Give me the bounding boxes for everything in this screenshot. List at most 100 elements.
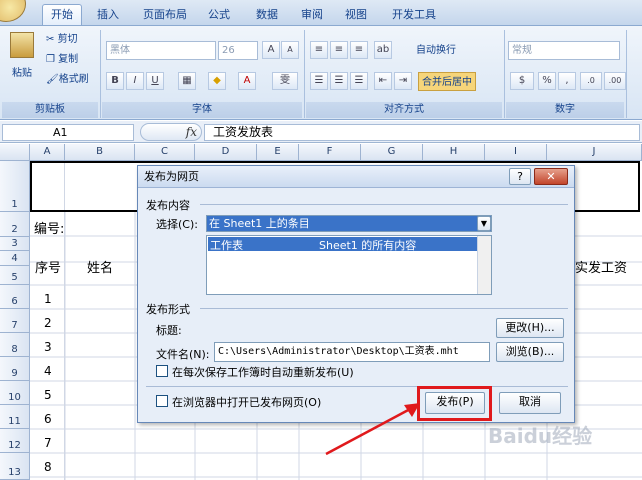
browse-button[interactable]: 浏览(B)...: [496, 342, 564, 362]
tab-insert[interactable]: 插入: [97, 5, 119, 26]
row-header-3[interactable]: 3: [0, 237, 30, 251]
scissors-icon: ✂: [46, 34, 58, 45]
column-header-j[interactable]: J: [547, 144, 642, 161]
row-header-1[interactable]: 1: [0, 161, 30, 212]
cut-button[interactable]: ✂ 剪切: [46, 30, 78, 49]
row-header-8[interactable]: 8: [0, 333, 30, 357]
open-in-browser-checkbox[interactable]: [156, 395, 168, 407]
copy-button[interactable]: ❐ 复制: [46, 50, 78, 69]
close-button[interactable]: ✕: [534, 168, 568, 185]
row-header-9[interactable]: 9: [0, 357, 30, 381]
wrap-text-button[interactable]: 自动换行: [416, 41, 456, 60]
font-size-field[interactable]: 26: [218, 41, 258, 60]
column-header-b[interactable]: B: [65, 144, 135, 161]
row-header-11[interactable]: 11: [0, 405, 30, 429]
merge-center-button[interactable]: 合并后居中: [418, 72, 476, 91]
list-scrollbar[interactable]: [477, 236, 491, 294]
shrink-font-icon[interactable]: A: [281, 41, 299, 59]
clipboard-group-label: 剪贴板: [2, 102, 98, 118]
tab-formulas[interactable]: 公式: [208, 5, 230, 26]
format-section-label: 发布形式: [146, 303, 190, 316]
column-header-f[interactable]: F: [299, 144, 361, 161]
comma-icon[interactable]: ,: [558, 72, 576, 90]
tab-view[interactable]: 视图: [345, 5, 367, 26]
chevron-down-icon[interactable]: ▼: [477, 216, 491, 231]
row-header-4[interactable]: 4: [0, 251, 30, 266]
help-button[interactable]: ?: [509, 168, 531, 185]
copy-label: 复制: [58, 54, 79, 65]
fill-color-icon[interactable]: ◆: [208, 72, 226, 90]
list-item-left: 工作表: [210, 239, 243, 252]
title-label: 标题:: [156, 324, 182, 337]
insert-function-button[interactable]: fx: [140, 123, 202, 141]
font-name-field[interactable]: 黑体: [106, 41, 216, 60]
row-header-5[interactable]: 5: [0, 266, 30, 285]
column-header-e[interactable]: E: [257, 144, 299, 161]
paste-button[interactable]: 粘贴: [12, 64, 32, 83]
copy-icon: ❐: [46, 54, 59, 65]
row-header-13[interactable]: 13: [0, 453, 30, 480]
row-header-2[interactable]: 2: [0, 212, 30, 237]
tab-data[interactable]: 数据: [256, 5, 278, 26]
seq-cell: 7: [44, 436, 52, 450]
orientation-icon[interactable]: ab: [374, 41, 392, 59]
change-title-button[interactable]: 更改(H)...: [496, 318, 564, 338]
column-header-d[interactable]: D: [195, 144, 257, 161]
tab-page-layout[interactable]: 页面布局: [143, 5, 187, 26]
format-painter-button[interactable]: 🖌格式刷: [46, 70, 89, 89]
filename-label: 文件名(N):: [156, 348, 210, 361]
publish-button[interactable]: 发布(P): [425, 392, 485, 414]
row-header-7[interactable]: 7: [0, 309, 30, 333]
column-header-h[interactable]: H: [423, 144, 485, 161]
column-header-a[interactable]: A: [30, 144, 65, 161]
font-color-icon[interactable]: A: [238, 72, 256, 90]
underline-button[interactable]: U: [146, 72, 164, 90]
align-bottom-icon[interactable]: ≡: [350, 41, 368, 59]
alignment-group-label: 对齐方式: [306, 102, 502, 118]
office-button[interactable]: [0, 0, 26, 22]
align-left-icon[interactable]: ☰: [310, 72, 328, 90]
cell-a2: 编号:: [34, 222, 65, 237]
align-middle-icon[interactable]: ≡: [330, 41, 348, 59]
decrease-decimal-icon[interactable]: .00: [604, 72, 626, 90]
tab-review[interactable]: 审阅: [301, 5, 323, 26]
increase-indent-icon[interactable]: ⇥: [394, 72, 412, 90]
publish-as-webpage-dialog: 发布为网页 ? ✕ 发布内容 选择(C): 在 Sheet1 上的条目 ▼ 工作…: [137, 165, 575, 423]
format-painter-label: 格式刷: [58, 74, 89, 85]
currency-icon[interactable]: $: [510, 72, 534, 90]
filename-input[interactable]: C:\Users\Administrator\Desktop\工资表.mht: [214, 342, 490, 362]
column-header-c[interactable]: C: [135, 144, 195, 161]
seq-cell: 5: [44, 388, 52, 402]
row-header-6[interactable]: 6: [0, 285, 30, 309]
header-name: 姓名: [87, 261, 114, 276]
row-header-10[interactable]: 10: [0, 381, 30, 405]
grow-font-icon[interactable]: A: [262, 41, 280, 59]
align-center-icon[interactable]: ☰: [330, 72, 348, 90]
column-header-g[interactable]: G: [361, 144, 423, 161]
formula-input[interactable]: 工资发放表: [204, 124, 640, 141]
bold-button[interactable]: B: [106, 72, 124, 90]
percent-icon[interactable]: %: [538, 72, 556, 90]
align-right-icon[interactable]: ☰: [350, 72, 368, 90]
paste-icon: [10, 32, 34, 58]
tab-developer[interactable]: 开发工具: [392, 5, 436, 26]
italic-button[interactable]: I: [126, 72, 144, 90]
content-list[interactable]: 工作表 Sheet1 的所有内容: [206, 235, 492, 295]
increase-decimal-icon[interactable]: .0: [580, 72, 602, 90]
align-top-icon[interactable]: ≡: [310, 41, 328, 59]
autorepublish-checkbox[interactable]: [156, 365, 168, 377]
name-box[interactable]: A1: [2, 124, 134, 141]
number-format-field[interactable]: 常规: [508, 41, 620, 60]
tab-home[interactable]: 开始: [42, 4, 82, 25]
decrease-indent-icon[interactable]: ⇤: [374, 72, 392, 90]
select-dropdown[interactable]: 在 Sheet1 上的条目: [206, 215, 492, 232]
row-header-12[interactable]: 12: [0, 429, 30, 453]
group-divider: [304, 30, 305, 118]
cancel-button[interactable]: 取消: [499, 392, 561, 414]
column-header-i[interactable]: I: [485, 144, 547, 161]
border-icon[interactable]: ▦: [178, 72, 196, 90]
seq-cell: 1: [44, 292, 52, 306]
seq-cell: 3: [44, 340, 52, 354]
select-all-corner[interactable]: [0, 144, 30, 161]
phonetic-button[interactable]: 雯: [272, 72, 298, 90]
